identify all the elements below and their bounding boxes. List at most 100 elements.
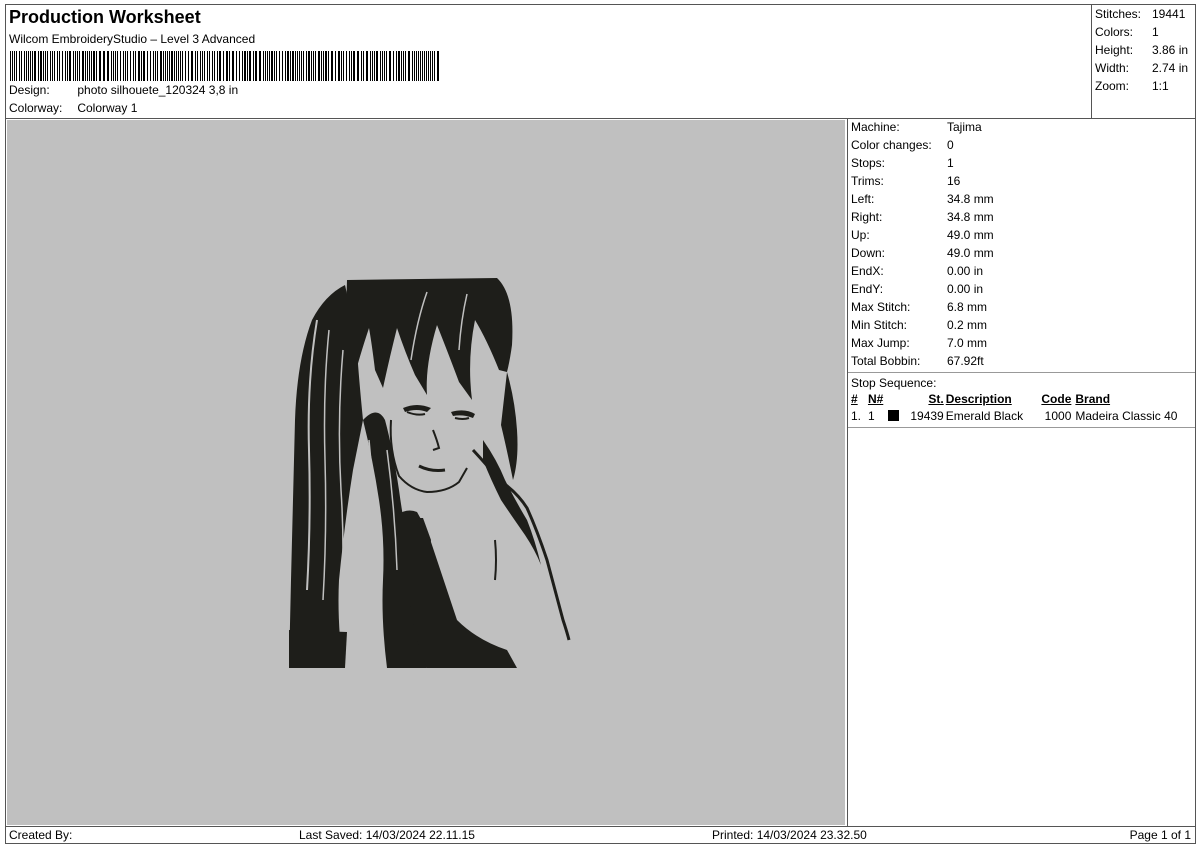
barcode-bar	[208, 51, 210, 81]
barcode-bar	[276, 51, 278, 81]
stop-sequence-header: # N# St. Description Code Brand	[848, 391, 1195, 408]
barcode-bar	[362, 51, 364, 81]
barcode-bar	[388, 51, 391, 81]
info-row: Color changes: 0	[851, 138, 954, 152]
barcode	[10, 51, 442, 81]
barcode-bar	[385, 51, 387, 81]
barcode-bar	[153, 51, 155, 81]
barcode-bar	[263, 51, 265, 81]
barcode-bar	[61, 51, 63, 81]
barcode-bar	[39, 51, 42, 81]
barcode-bar	[44, 51, 46, 81]
col-brand: Brand	[1075, 392, 1111, 406]
barcode-bar	[365, 51, 368, 81]
barcode-bar	[187, 51, 189, 81]
barcode-bar	[303, 51, 305, 81]
barcode-bar	[56, 51, 58, 81]
info-row: EndX: 0.00 in	[851, 264, 984, 278]
barcode-bar	[49, 51, 51, 81]
barcode-bar	[96, 51, 98, 81]
barcode-bar	[371, 51, 373, 81]
barcode-bar	[430, 51, 432, 81]
barcode-bar	[413, 51, 415, 81]
barcode-bar	[315, 51, 317, 81]
info-row: Max Jump: 7.0 mm	[851, 336, 988, 350]
barcode-bar	[395, 51, 397, 81]
barcode-bar	[173, 51, 175, 81]
barcode-bar	[25, 51, 27, 81]
barcode-bar	[375, 51, 378, 81]
barcode-bar	[157, 51, 159, 81]
barcode-bar	[84, 51, 86, 81]
barcode-bar	[379, 51, 381, 81]
production-worksheet: Production Worksheet Wilcom EmbroiderySt…	[5, 4, 1196, 844]
stat-row: Height: 3.86 in	[1095, 43, 1189, 57]
barcode-bar	[15, 51, 17, 81]
software-name: Wilcom EmbroideryStudio – Level 3 Advanc…	[9, 32, 256, 46]
barcode-bar	[163, 51, 165, 81]
barcode-bar	[292, 51, 295, 81]
barcode-bar	[290, 51, 292, 81]
barcode-bar	[241, 51, 243, 81]
barcode-bar	[282, 51, 284, 81]
barcode-bar	[325, 51, 328, 81]
table-row: 1. 1 19439 Emerald Black 1000 Madeira Cl…	[851, 409, 1178, 423]
info-row: Trims: 16	[851, 174, 961, 188]
barcode-bar	[194, 51, 196, 81]
barcode-bar	[407, 51, 410, 81]
barcode-bar	[150, 51, 152, 81]
barcode-bar	[318, 51, 321, 81]
barcode-bar	[265, 51, 267, 81]
barcode-bar	[285, 51, 287, 81]
barcode-bar	[165, 51, 167, 81]
barcode-bar	[348, 51, 350, 81]
stop-sequence-title: Stop Sequence:	[851, 376, 937, 390]
info-row: Stops: 1	[851, 156, 954, 170]
barcode-bar	[27, 51, 29, 81]
barcode-bar	[171, 51, 173, 81]
design-preview	[7, 120, 845, 825]
barcode-bar	[10, 51, 11, 81]
barcode-bar	[340, 51, 342, 81]
barcode-bar	[216, 51, 218, 81]
barcode-bar	[297, 51, 299, 81]
barcode-bar	[231, 51, 234, 81]
barcode-bar	[76, 51, 78, 81]
barcode-bar	[68, 51, 71, 81]
barcode-bar	[155, 51, 157, 81]
barcode-bar	[138, 51, 141, 81]
machine-info-list: Machine: Tajima Color changes: 0 Stops: 1 T…	[848, 119, 1195, 371]
stat-row: Width: 2.74 in	[1095, 61, 1189, 75]
barcode-bar	[248, 51, 251, 81]
barcode-bar	[267, 51, 269, 81]
barcode-bar	[426, 51, 428, 81]
barcode-bar	[260, 51, 262, 81]
design-row: Design: photo silhouete_120324 3,8 in	[9, 83, 238, 97]
barcode-bar	[184, 51, 186, 81]
barcode-bar	[383, 51, 385, 81]
barcode-bar	[53, 51, 55, 81]
barcode-bar	[13, 51, 15, 81]
barcode-bar	[301, 51, 303, 81]
barcode-bar	[190, 51, 193, 81]
barcode-bar	[103, 51, 106, 81]
machine-info-panel: Machine: Tajima Color changes: 0 Stops: 1 T…	[848, 119, 1195, 825]
barcode-bar	[243, 51, 246, 81]
stat-row: Colors: 1	[1095, 25, 1159, 39]
barcode-bar	[424, 51, 426, 81]
barcode-bar	[400, 51, 402, 81]
barcode-bar	[306, 51, 308, 81]
barcode-bar	[74, 51, 76, 81]
col-code: Code	[1041, 392, 1072, 406]
barcode-bar	[78, 51, 80, 81]
barcode-bar	[428, 51, 430, 81]
col-needle: N#	[867, 392, 884, 406]
col-description: Description	[945, 392, 1012, 406]
barcode-bar	[437, 51, 440, 81]
barcode-bar	[135, 51, 137, 81]
barcode-bar	[169, 51, 170, 81]
created-by: Created By:	[9, 828, 73, 842]
barcode-bar	[213, 51, 215, 81]
barcode-bar	[356, 51, 359, 81]
barcode-bar	[29, 51, 31, 81]
